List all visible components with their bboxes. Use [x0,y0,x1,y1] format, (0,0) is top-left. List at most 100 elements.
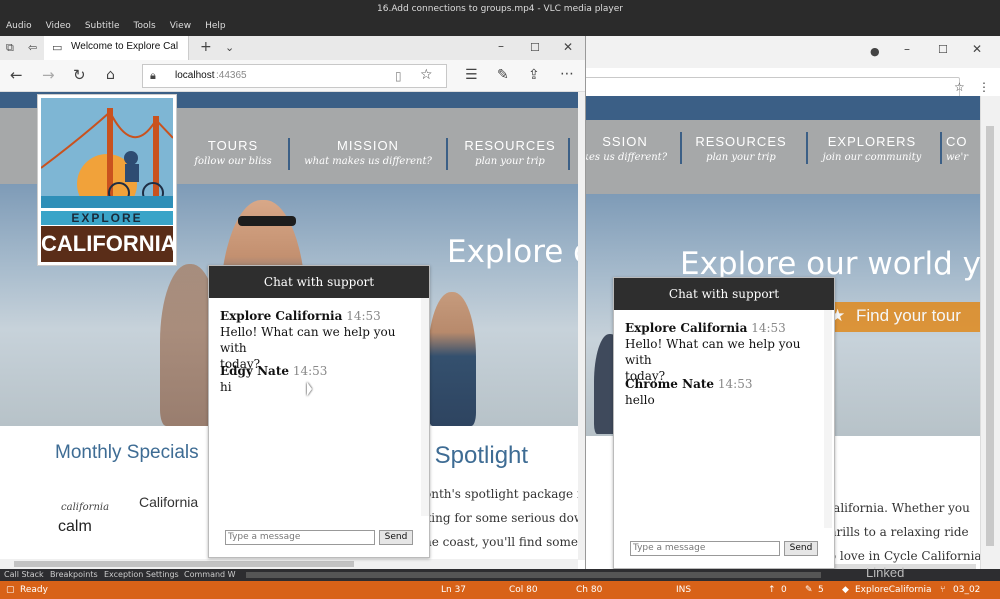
pencil-icon: ✎ [805,585,813,595]
calm-logo-big: calm [58,518,92,535]
send-button[interactable]: Send [784,541,818,556]
status-icon: ▢ [6,585,15,595]
chat-scrollbar[interactable] [421,298,429,516]
spotlight-heading: r Spotlight [420,442,529,469]
edge-tab-strip: ⧉ ⇦ ▭ Welcome to Explore Cal + ⌄ – ☐ ✕ [0,36,585,60]
specials-item-title[interactable]: California [139,494,198,510]
menu-subtitle[interactable]: Subtitle [85,18,120,36]
edge-vertical-scrollbar[interactable] [578,92,585,560]
menu-view[interactable]: View [170,18,191,36]
nav-tours[interactable]: TOURS follow our bliss [188,138,278,167]
logo-explore-text: EXPLORE [41,211,173,225]
site-nav-right: SSION kes us different? RESOURCES plan y… [586,120,980,194]
address-bar[interactable]: 🔒︎ localhost :44365 ▯ ☆ [142,64,447,88]
nav-separator [940,132,942,164]
tab-exception-settings[interactable]: Exception Settings [104,569,179,581]
chrome-menu-icon[interactable]: ⋮ [978,80,990,94]
nav-explorers[interactable]: EXPLORERS join our community [816,134,928,163]
bookmark-star-icon[interactable]: ☆ [954,80,965,94]
mouse-cursor-icon [307,382,312,396]
new-tab-icon[interactable]: + [200,40,212,54]
nav-separator [568,138,570,170]
nav-mission[interactable]: SSION kes us different? [586,134,670,163]
close-icon[interactable]: ✕ [972,42,982,56]
minimize-icon[interactable]: – [904,42,910,56]
site-top-strip [586,96,980,120]
status-repository[interactable]: ExploreCalifornia [855,581,932,599]
profile-icon[interactable]: ● [870,45,880,59]
chat-message-input[interactable]: Type a message [225,530,375,545]
menu-audio[interactable]: Audio [6,18,32,36]
status-changes[interactable]: 5 [818,581,824,599]
chat-message: Edgy Nate 14:53 hi [220,364,328,394]
back-arrow-icon[interactable]: ← [10,68,23,83]
status-insert-mode: INS [676,585,692,595]
chat-header: Chat with support [209,266,429,298]
spotlight-text: onth's spotlight package is king for som… [424,487,586,549]
nav-resources[interactable]: RESOURCES plan your trip [690,134,792,163]
lock-icon: 🔒︎ [150,69,156,82]
url-port: :44365 [216,70,247,81]
more-icon[interactable]: ⋯ [560,67,574,81]
scroll-thumb[interactable] [986,126,994,546]
reading-view-icon[interactable]: ▯ [395,69,402,83]
set-aside-tabs-icon[interactable]: ⇦ [28,41,37,55]
branch-icon: ⑂ [940,585,946,595]
status-branch[interactable]: 03_02 [953,581,980,599]
status-ready: Ready [20,585,48,595]
status-char: Ch 80 [576,585,603,595]
chevron-down-icon[interactable]: ⌄ [225,41,234,55]
sunglasses [238,216,296,226]
tab-command-window[interactable]: Command W [184,569,236,581]
minimize-icon[interactable]: – [498,39,504,53]
nav-mission[interactable]: MISSION what makes us different? [300,138,436,167]
status-bar: ▢ Ready Ln 37 Col 80 Ch 80 INS ↑ 0 ✎ 5 ◆… [0,581,1000,599]
spotlight-text: California. Whether you thrills to a rel… [824,501,986,563]
scroll-thumb[interactable] [14,561,354,567]
nav-resources[interactable]: RESOURCES plan your trip [456,138,564,167]
tab-actions-icon[interactable]: ⧉ [6,41,14,55]
home-icon[interactable]: ⌂ [106,68,115,82]
logo-california-text: CALIFORNIA [41,226,177,262]
linkedin-watermark: Linked [866,565,905,580]
maximize-icon[interactable]: ☐ [938,43,948,57]
close-icon[interactable]: ✕ [563,40,573,54]
chrome-scrollbar[interactable] [980,96,1000,571]
find-tour-button[interactable]: ★ Find your tour [822,302,980,332]
pen-icon[interactable]: ✎ [497,68,509,82]
tab-breakpoints[interactable]: Breakpoints [50,569,98,581]
nav-separator [806,132,808,164]
hero-person-woman [428,292,476,426]
favorite-star-icon[interactable]: ☆ [420,68,433,82]
maximize-icon[interactable]: ☐ [530,41,540,55]
repo-icon: ◆ [842,585,849,595]
monthly-specials-heading: Monthly Specials [55,442,199,463]
send-button[interactable]: Send [379,530,413,545]
find-tour-label: Find your tour [856,306,961,325]
chat-window-right: Chat with support Explore California 14:… [613,277,835,569]
chat-window-left: Chat with support Explore California 14:… [208,265,430,558]
vs-hscroll[interactable] [246,572,821,578]
chat-message: Chrome Nate 14:53 hello [625,377,753,407]
edge-tab-active[interactable]: ▭ Welcome to Explore Cal [44,36,189,60]
chat-message-input[interactable]: Type a message [630,541,780,556]
menu-help[interactable]: Help [205,18,226,36]
explore-california-logo[interactable]: EXPLORE CALIFORNIA [37,94,177,266]
menu-tools[interactable]: Tools [134,18,156,36]
chrome-tab-strip: ● – ☐ ✕ [586,36,1000,68]
tab-call-stack[interactable]: Call Stack [4,569,44,581]
golden-gate-icon [41,108,173,208]
edge-horizontal-scrollbar[interactable] [0,559,578,569]
refresh-icon[interactable]: ↻ [73,68,86,83]
status-line: Ln 37 [441,585,467,595]
chat-header: Chat with support [614,278,834,310]
favorites-hub-icon[interactable]: ☰ [465,68,478,82]
hero-title: Explore o [447,234,586,270]
forward-arrow-icon[interactable]: → [42,68,55,83]
menu-video[interactable]: Video [46,18,71,36]
status-unpushed[interactable]: 0 [781,581,787,599]
nav-separator [446,138,448,170]
chat-scrollbar[interactable] [824,310,832,528]
tab-title: Welcome to Explore Cal [71,41,179,52]
share-icon[interactable]: ⇪ [528,68,540,82]
